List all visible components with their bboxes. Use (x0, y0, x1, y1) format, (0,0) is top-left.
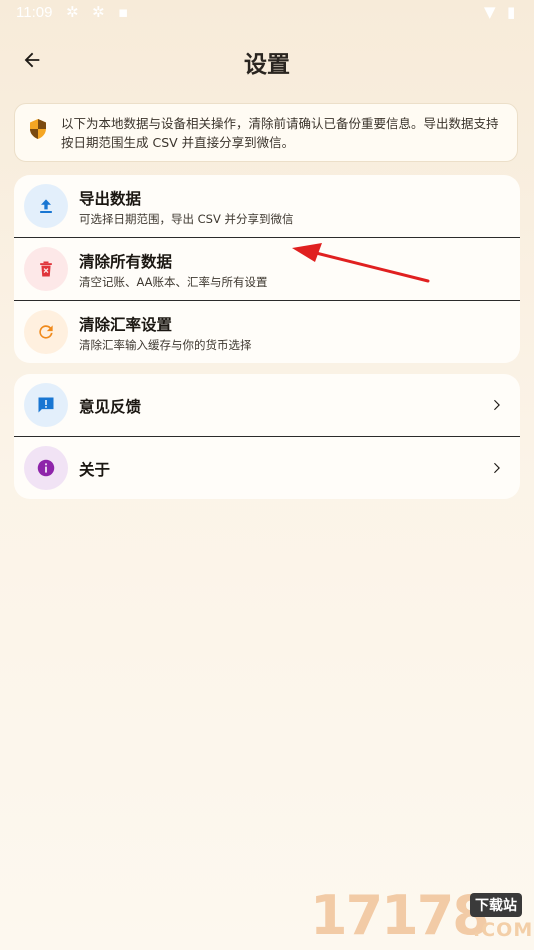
row-title: 关于 (79, 461, 111, 479)
row-title: 清除所有数据 (79, 253, 173, 271)
export-data-row[interactable]: 导出数据 可选择日期范围，导出 CSV 并分享到微信 (14, 175, 520, 237)
notice-text: 以下为本地数据与设备相关操作，清除前请确认已备份重要信息。导出数据支持按日期范围… (61, 116, 499, 150)
notification-icon: ▪ (118, 3, 129, 21)
row-subtitle: 可选择日期范围，导出 CSV 并分享到微信 (79, 212, 294, 226)
notice-card: 以下为本地数据与设备相关操作，清除前请确认已备份重要信息。导出数据支持按日期范围… (14, 103, 518, 162)
watermark-badge: 下载站 (470, 893, 522, 917)
trash-icon (40, 261, 52, 277)
feedback-icon (38, 397, 54, 413)
icon-circle (24, 247, 68, 291)
row-title: 清除汇率设置 (79, 316, 173, 334)
notification-icon: ✲ (66, 3, 79, 21)
wifi-icon: ▼ (484, 3, 496, 21)
data-settings-card: 导出数据 可选择日期范围，导出 CSV 并分享到微信 清除所有数据 清空记账、A… (14, 175, 520, 363)
clear-exchange-rate-row[interactable]: 清除汇率设置 清除汇率输入缓存与你的货币选择 (14, 300, 520, 363)
status-bar: 11:09 ✲ ✲ ▪ ▼ ▮ (0, 0, 534, 28)
refresh-icon (39, 325, 53, 339)
about-row[interactable]: 关于 (14, 436, 520, 499)
feedback-row[interactable]: 意见反馈 (14, 374, 520, 436)
status-time: 11:09 (16, 4, 53, 21)
icon-circle (24, 446, 68, 490)
battery-icon: ▮ (507, 3, 516, 21)
icon-circle (24, 383, 68, 427)
icon-circle (24, 184, 68, 228)
notification-icon: ✲ (92, 3, 105, 21)
icon-circle (24, 310, 68, 354)
misc-settings-card: 意见反馈 关于 (14, 374, 520, 499)
app-bar: 设置 (0, 36, 534, 84)
row-title: 导出数据 (79, 190, 142, 208)
watermark-domain: .COM (473, 919, 534, 941)
site-watermark: 17178 下载站 .COM (310, 885, 534, 950)
info-icon (37, 459, 55, 477)
chevron-right-icon (486, 457, 506, 479)
row-subtitle: 清除汇率输入缓存与你的货币选择 (79, 338, 252, 352)
upload-icon (40, 199, 52, 213)
row-subtitle: 清空记账、AA账本、汇率与所有设置 (79, 275, 268, 289)
shield-icon (30, 119, 46, 139)
chevron-right-icon (486, 394, 506, 416)
watermark-digits: 17178 (310, 884, 490, 947)
page-title: 设置 (244, 52, 290, 78)
clear-all-data-row[interactable]: 清除所有数据 清空记账、AA账本、汇率与所有设置 (14, 237, 520, 300)
row-title: 意见反馈 (79, 398, 142, 416)
